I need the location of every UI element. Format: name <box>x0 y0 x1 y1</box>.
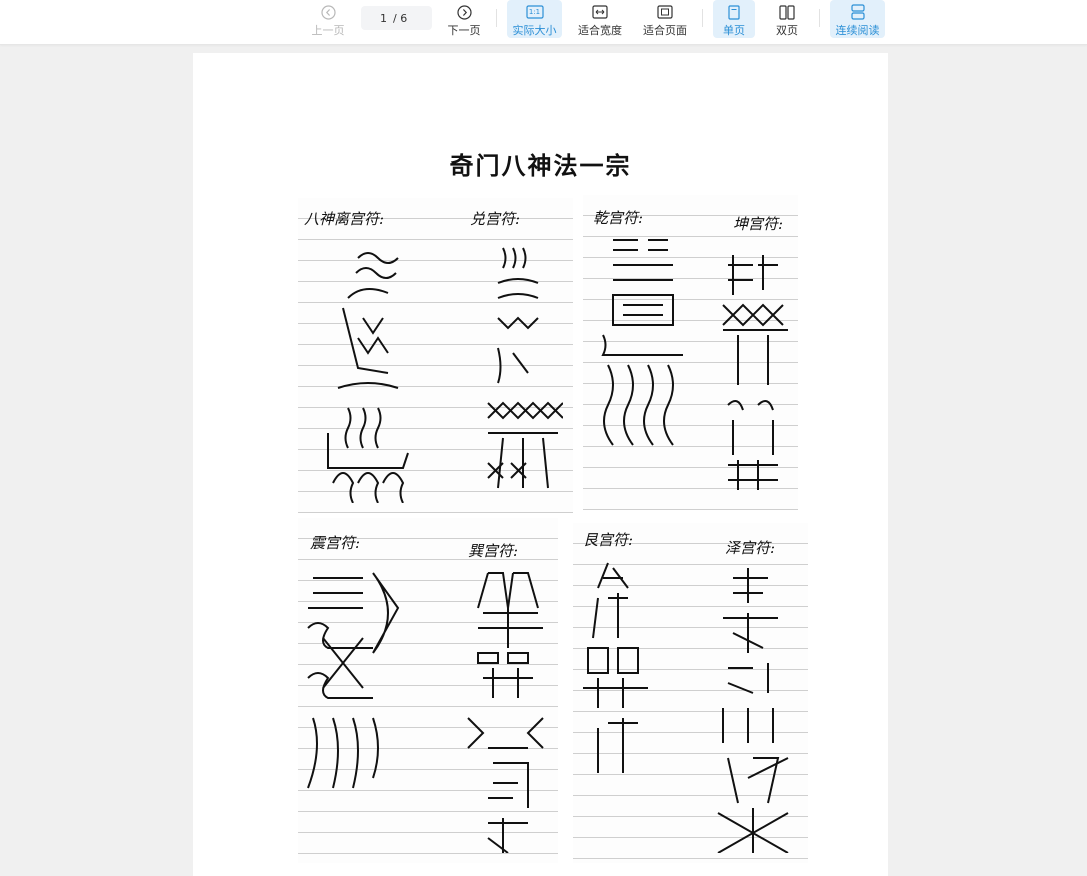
talisman-drawing <box>583 562 648 773</box>
actual-size-label: 实际大小 <box>512 24 557 37</box>
talisman-sheet: 震宫符: 巽宫符: <box>298 518 558 863</box>
double-page-label: 双页 <box>776 24 798 37</box>
single-page-icon <box>728 3 740 21</box>
double-page-icon <box>779 3 795 21</box>
continuous-reading-button[interactable]: 连续阅读 <box>830 0 885 38</box>
talisman-drawing <box>717 568 789 853</box>
actual-size-icon-text: 1:1 <box>528 8 541 16</box>
talisman-label: 兑宫符: <box>470 210 521 228</box>
talisman-sheet: 乾宫符: 坤宫符: <box>583 195 798 510</box>
talisman-drawing <box>467 572 544 853</box>
single-page-button[interactable]: 单页 <box>713 0 755 38</box>
document-page: 奇门八神法一宗 八神离宫符: 兑宫符: 乾宫符: 坤宫符: 震宫符: 巽宫符: … <box>193 53 888 876</box>
total-pages: / 6 <box>393 11 408 25</box>
talisman-label: 艮宫符: <box>583 531 634 549</box>
talisman-label: 震宫符: <box>310 534 361 552</box>
prev-page-label: 上一页 <box>311 24 345 37</box>
chevron-right-circle-icon <box>456 3 472 21</box>
toolbar-divider <box>702 9 703 27</box>
document-title: 奇门八神法一宗 <box>449 151 632 180</box>
talisman-drawing <box>487 247 563 489</box>
continuous-reading-icon <box>850 3 866 21</box>
viewer-toolbar: 上一页 1 / 6 下一页 1:1 实际大小 适合宽度 适合页面 单页 双页 连… <box>0 0 1087 45</box>
talisman-sheet: 艮宫符: 泽宫符: <box>573 523 808 863</box>
talisman-label: 坤宫符: <box>733 215 784 233</box>
talisman-drawing <box>722 255 788 490</box>
fit-page-label: 适合页面 <box>643 24 687 37</box>
continuous-reading-label: 连续阅读 <box>835 24 880 37</box>
actual-size-icon: 1:1 <box>525 3 544 21</box>
toolbar-divider <box>496 9 497 27</box>
current-page-input[interactable]: 1 <box>361 12 387 25</box>
fit-width-button[interactable]: 适合宽度 <box>573 0 627 38</box>
prev-page-button[interactable]: 上一页 <box>305 0 351 38</box>
talisman-drawing <box>307 572 400 789</box>
talisman-label: 巽宫符: <box>468 542 519 560</box>
double-page-button[interactable]: 双页 <box>766 0 808 38</box>
single-page-label: 单页 <box>723 24 745 37</box>
fit-width-icon <box>592 3 608 21</box>
fit-page-button[interactable]: 适合页面 <box>638 0 692 38</box>
fit-page-icon <box>657 3 673 21</box>
next-page-button[interactable]: 下一页 <box>441 0 487 38</box>
talisman-label: 泽宫符: <box>725 539 776 557</box>
fit-width-label: 适合宽度 <box>578 24 622 37</box>
next-page-label: 下一页 <box>447 24 481 37</box>
talisman-label: 乾宫符: <box>593 209 644 227</box>
talisman-drawing <box>327 252 409 503</box>
chevron-left-circle-icon <box>320 3 336 21</box>
actual-size-button[interactable]: 1:1 实际大小 <box>507 0 562 38</box>
talisman-sheet: 八神离宫符: 兑宫符: <box>298 198 573 513</box>
page-number-field[interactable]: 1 / 6 <box>361 6 432 30</box>
talisman-label: 八神离宫符: <box>304 210 385 228</box>
talisman-drawing <box>601 239 683 446</box>
toolbar-divider <box>819 9 820 27</box>
